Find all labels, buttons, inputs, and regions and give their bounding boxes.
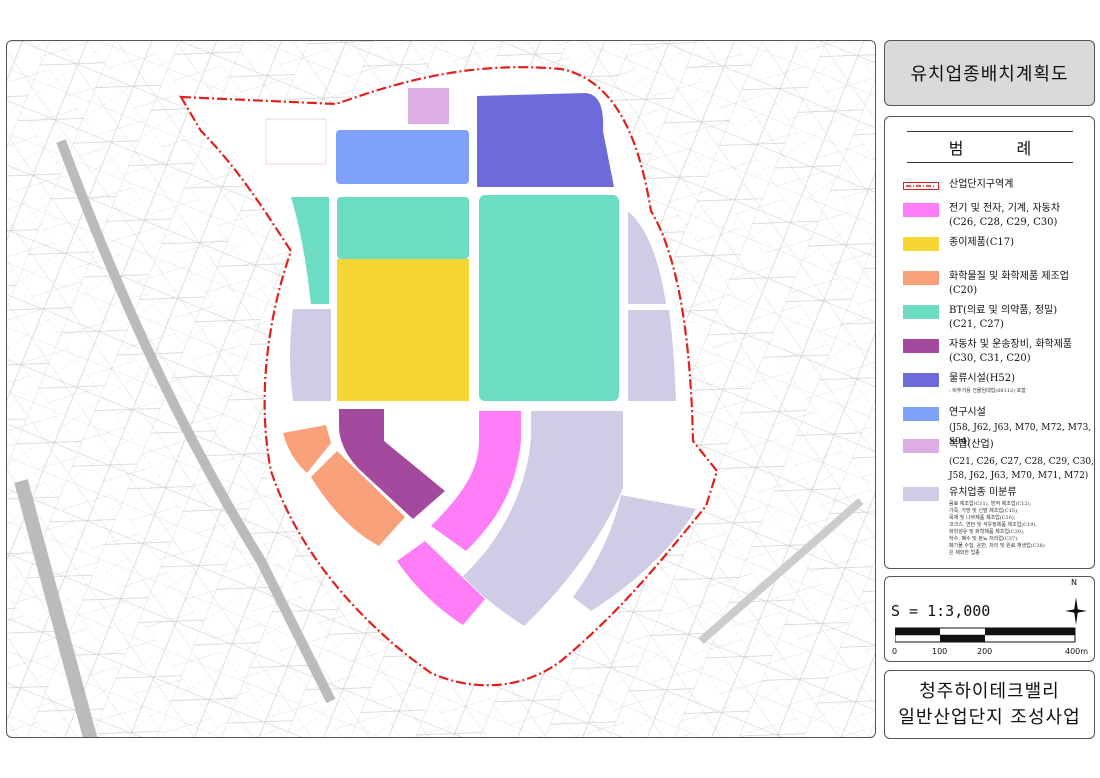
parcel-unclassified-w [290, 309, 331, 401]
legend-label-logistics: 물류시설(H52) [949, 373, 1016, 384]
legend-label-electric: 전기 및 전자, 기계, 자동차 (C26, C28, C29, C30) [949, 203, 1061, 228]
parcel-complex [408, 88, 449, 124]
chemical-swatch [903, 271, 939, 285]
map-drawing [7, 41, 875, 737]
legend-label-bt: BT(의료 및 의약품, 정밀) (C21, C27) [949, 305, 1058, 330]
scale-tick-200: 200 [977, 647, 993, 656]
scale-panel: S = 1:3,000 N 0 100 200 400m [884, 576, 1095, 662]
complex-swatch [903, 439, 939, 453]
electric-swatch [903, 203, 939, 217]
parcel-research [336, 130, 469, 184]
parcel-bt-north [337, 197, 469, 259]
north-label: N [1071, 578, 1077, 587]
project-name-line2: 일반산업단지 조성사업 [898, 706, 1081, 728]
boundary-swatch [903, 182, 939, 190]
legend-codes-complex: (C21, C26, C27, C28, C29, C30, J58, J62,… [949, 457, 1095, 481]
logistics-swatch [903, 373, 939, 387]
legend-note-unclassified: 음료 제조업(C11), 방적 제조업(C12), 가죽, 가방 및 신발 제조… [949, 501, 1045, 556]
scale-tick-100: 100 [932, 647, 948, 656]
paper-swatch [903, 237, 939, 251]
parcel-logistics [477, 93, 614, 187]
north-arrow-icon [1065, 597, 1087, 625]
scale-tick-0: 0 [892, 647, 898, 656]
unclassified-swatch [903, 487, 939, 501]
legend-label-research: 연구시설 [949, 407, 986, 418]
plan-title: 유치업종배치계획도 [910, 64, 1069, 85]
legend-note-logistics: : 비주거용 건물임대업(68112) 포함 [949, 388, 1026, 394]
plan-title-box: 유치업종배치계획도 [884, 40, 1095, 106]
parcel-paper [337, 259, 469, 401]
parcel-unclassified-e [628, 310, 676, 401]
scale-ratio: S = 1:3,000 [891, 602, 991, 620]
legend-label-unclassified: 유치업종 미분류 [949, 487, 1017, 498]
legend-label-auto: 자동차 및 운송장비, 화학제품 (C30, C31, C20) [949, 339, 1073, 364]
project-name-line1: 청주하이테크밸리 [919, 680, 1060, 702]
legend-label-chemical: 화학물질 및 화학제품 제조업 (C20) [949, 271, 1069, 296]
scale-tick-400: 400m [1065, 647, 1089, 656]
legend-heading: 범 례 [907, 131, 1073, 163]
scale-bar [895, 627, 1076, 643]
legend-label-paper: 종이제품(C17) [949, 237, 1014, 248]
legend-label-complex: 복합(산업) [949, 439, 994, 450]
bt-swatch [903, 305, 939, 319]
legend-label-boundary: 산업단지구역계 [949, 179, 1014, 190]
research-swatch [903, 407, 939, 421]
site-map [6, 40, 876, 738]
project-title-box: 청주하이테크밸리 일반산업단지 조성사업 [884, 670, 1095, 739]
legend: 범 례 산업단지구역계 전기 및 전자, 기계, 자동차 (C26, C28, … [884, 116, 1095, 569]
auto-swatch [903, 339, 939, 353]
parcel-bt-center [479, 195, 619, 401]
